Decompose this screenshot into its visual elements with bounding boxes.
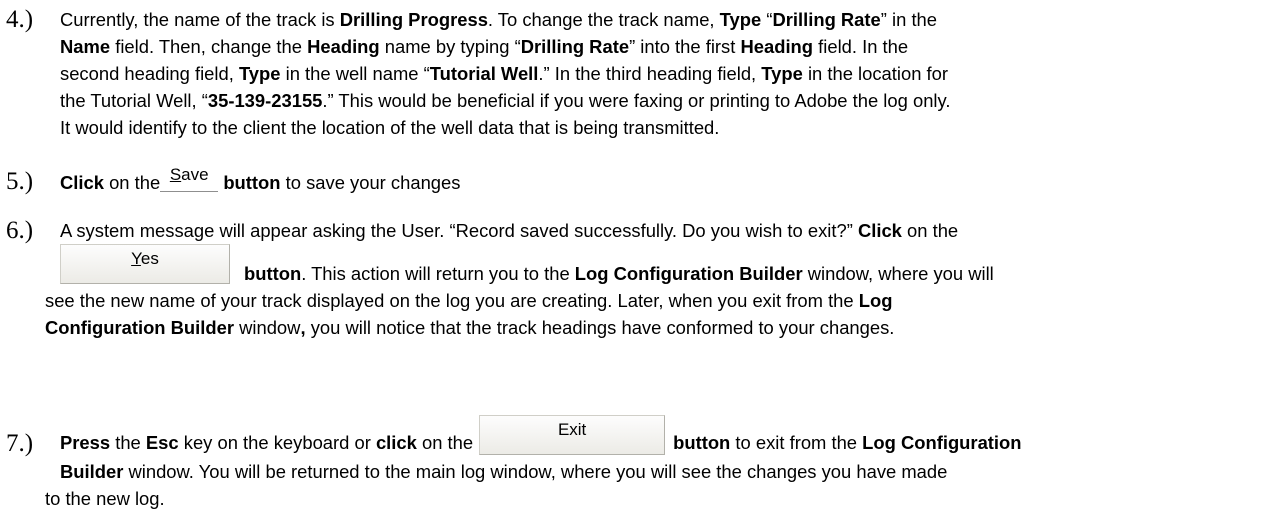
bold-text: Click	[857, 220, 902, 241]
text-run: button to save your changes	[218, 172, 460, 193]
text-line: Click on the Save button to save your cha…	[60, 165, 1255, 195]
text-run: key on the keyboard or	[178, 432, 376, 453]
bold-text: button	[673, 432, 731, 453]
text-run: ” into the first	[629, 36, 741, 57]
text-run: see the new name of your track displayed…	[45, 290, 859, 311]
text-run: to save your changes	[280, 172, 461, 193]
text-run: the Tutorial Well, “	[60, 90, 208, 111]
bold-text: button	[244, 263, 302, 284]
text-line: A system message will appear asking the …	[60, 217, 1255, 244]
bold-text: Press	[60, 432, 111, 453]
step-number: 7.)	[6, 430, 34, 457]
text-line: see the new name of your track displayed…	[45, 287, 1240, 314]
bold-text: 35-139-23155	[207, 90, 323, 111]
bold-text: Esc	[145, 432, 179, 453]
text-run: . To change the track name,	[487, 9, 720, 30]
text-run: “	[761, 9, 773, 30]
step-text: to the new log.	[45, 485, 1240, 512]
text-line: button. This action will return you to t…	[244, 260, 1261, 287]
bold-text: Heading	[307, 36, 380, 57]
text-run: to exit from the	[730, 432, 863, 453]
text-run: in the location for	[802, 63, 949, 84]
bold-text: Type	[719, 9, 762, 30]
text-run: . This action will return you to the	[301, 263, 575, 284]
text-line: second heading field, Type in the well n…	[60, 60, 1255, 87]
text-run: It would identify to the client the loca…	[60, 117, 720, 138]
save-button[interactable]: Save	[160, 164, 219, 192]
text-run: ” in the	[880, 9, 938, 30]
text-run: on the	[103, 172, 161, 193]
step-number: 4.)	[6, 6, 34, 33]
text-line: to the new log.	[45, 485, 1240, 512]
text-run: to the new log.	[45, 488, 165, 509]
yes-button-mnemonic: Y	[131, 249, 141, 268]
bold-text: Log Configuration Builder	[574, 263, 803, 284]
text-run: the	[110, 432, 146, 453]
text-run: Press the Esc key on the keyboard or cli…	[60, 432, 473, 453]
bold-text: Type	[238, 63, 281, 84]
bold-text: click	[375, 432, 417, 453]
text-run: .” This would be beneficial if you were …	[322, 90, 951, 111]
text-run: A system message will appear asking the …	[60, 220, 858, 241]
step-number: 6.)	[6, 217, 34, 244]
bold-text: Drilling Progress	[339, 9, 488, 30]
text-run: Click on the	[60, 172, 160, 193]
text-run: window	[234, 317, 301, 338]
text-run: in the well name “	[280, 63, 430, 84]
text-line: Currently, the name of the track is Dril…	[60, 6, 1255, 33]
bold-text: Click	[60, 172, 104, 193]
text-run: field. In the	[813, 36, 909, 57]
step-6-button-row: Yes button. This action will return you …	[0, 244, 1261, 286]
bold-text: Log Configuration	[862, 432, 1022, 453]
bold-text: Drilling Rate	[772, 9, 881, 30]
bold-text: Heading	[740, 36, 814, 57]
yes-button-label: es	[140, 249, 159, 268]
step-text: Currently, the name of the track is Dril…	[60, 6, 1255, 141]
text-line: Name field. Then, change the Heading nam…	[60, 33, 1255, 60]
step-text: Click on the Save button to save your cha…	[60, 165, 1255, 195]
text-run: button to exit from the Log Configuratio…	[673, 432, 1021, 453]
text-line: It would identify to the client the loca…	[60, 114, 1255, 141]
text-run: field. Then, change the	[110, 36, 308, 57]
text-run: you will notice that the track headings …	[305, 317, 895, 338]
step-text: button. This action will return you to t…	[244, 260, 1261, 287]
text-line: the Tutorial Well, “35-139-23155.” This …	[60, 87, 1255, 114]
yes-button[interactable]: Yes	[60, 244, 230, 284]
step-text: Builder window. You will be returned to …	[60, 458, 1255, 485]
text-run: window. You will be returned to the main…	[123, 461, 948, 482]
save-button-mnemonic: S	[169, 165, 182, 184]
text-line: Configuration Builder window, you will n…	[45, 314, 1240, 341]
bold-text: Builder	[60, 461, 124, 482]
text-run: name by typing “	[379, 36, 521, 57]
text-line: Builder window. You will be returned to …	[60, 458, 1255, 485]
step-text: A system message will appear asking the …	[60, 217, 1255, 244]
bold-text: Drilling Rate	[520, 36, 630, 57]
text-line: Press the Esc key on the keyboard or cli…	[60, 415, 1255, 457]
bold-text: Tutorial Well	[429, 63, 539, 84]
step-number: 5.)	[6, 168, 34, 195]
text-run: window, where you will	[802, 263, 994, 284]
step-text: Press the Esc key on the keyboard or cli…	[60, 415, 1255, 457]
bold-text: Type	[761, 63, 803, 84]
bold-text: button	[218, 172, 281, 193]
text-run: .” In the third heading field,	[538, 63, 762, 84]
text-run: Currently, the name of the track is	[60, 9, 340, 30]
save-button-label: ave	[181, 165, 209, 184]
bold-text: Configuration Builder	[45, 317, 234, 338]
step-text: see the new name of your track displayed…	[45, 287, 1240, 341]
exit-button[interactable]: Exit	[479, 415, 666, 455]
bold-text: Log	[858, 290, 893, 311]
text-run: second heading field,	[60, 63, 239, 84]
bold-text: Name	[60, 36, 111, 57]
text-run: on the	[416, 432, 474, 453]
text-run: on the	[901, 220, 959, 241]
